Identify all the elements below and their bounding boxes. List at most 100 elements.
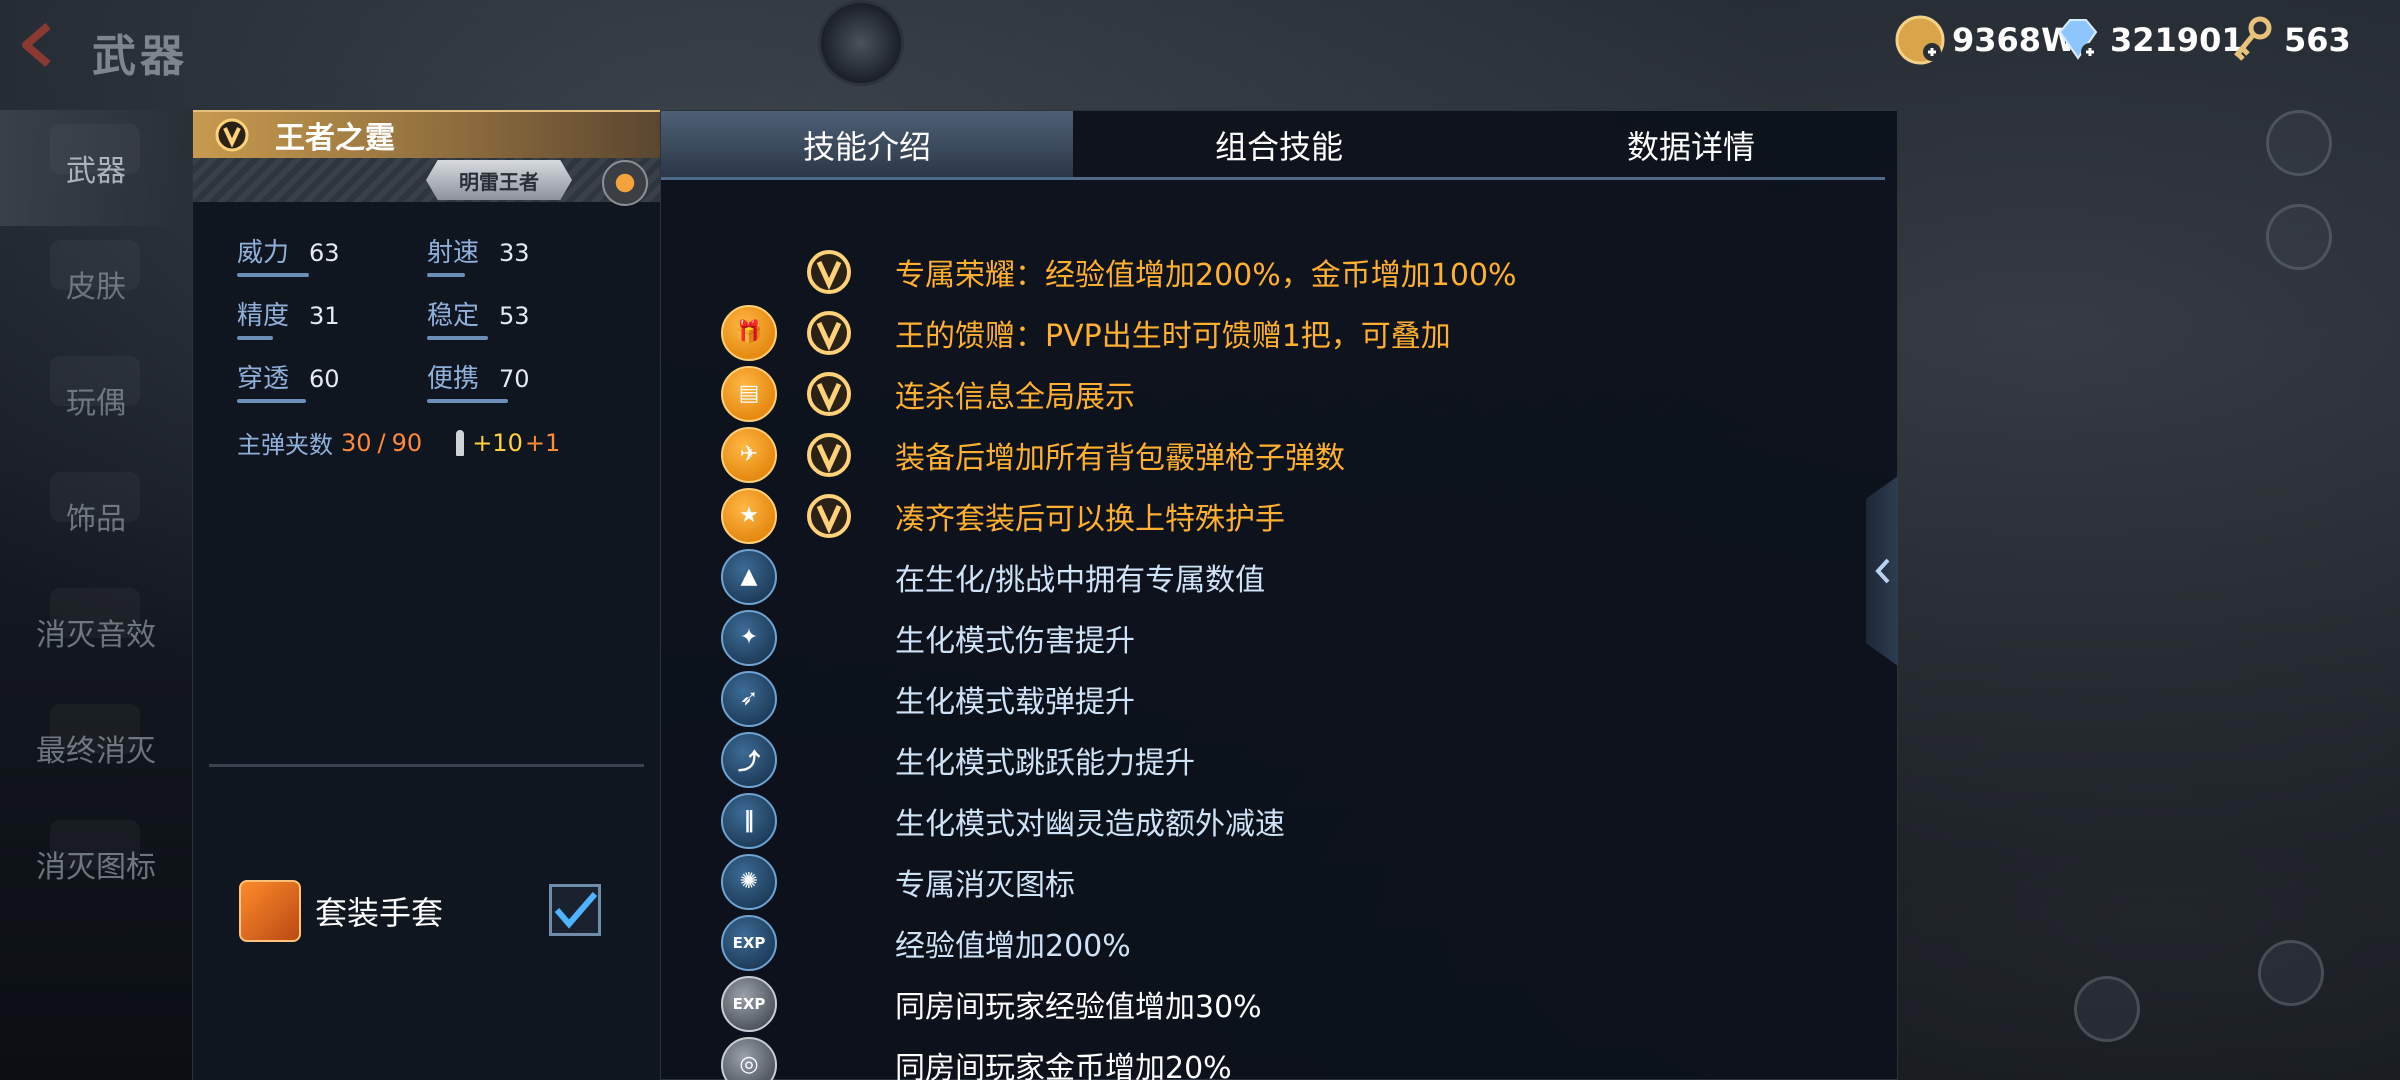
gloves-checkbox[interactable] [549,884,601,936]
icon-glyph: EXP [732,933,766,952]
room-coin-icon: ◎ [721,1036,777,1080]
skill-text: 专属荣耀：经验值增加200%，金币增加100% [895,257,1517,293]
stat-bar [237,399,306,403]
triangle-icon: ▲ [721,548,777,605]
skill-list: 专属荣耀：经验值增加200%，金币增加100% 🎁 王的馈赠：PVP出生时可馈赠1把… [721,241,1517,1080]
divider [209,764,644,767]
sidebar-item-kill-icon[interactable]: 消灭图标 [0,806,192,922]
skill-row: ✦ 生化模式伤害提升 [721,607,1517,668]
damage-icon: ✦ [721,609,777,666]
icon-glyph: ⤴ [737,749,760,775]
stat-item: 稳定 53 [427,295,617,340]
skill-row: ✈ 装备后增加所有背包霰弹枪子弹数 [721,424,1517,485]
skill-text: 连杀信息全局展示 [895,379,1135,415]
sidebar-item-skin[interactable]: 皮肤 [0,226,192,342]
skill-row: EXP 经验值增加200% [721,912,1517,973]
skill-text: 凑齐套装后可以换上特殊护手 [895,501,1285,537]
stat-bar [237,336,273,340]
bullet-icon [456,429,465,456]
stat-item: 威力 63 [237,232,427,277]
stat-item: 射速 33 [427,232,617,277]
final-kill-ghost-icon [50,704,140,754]
gold-currency[interactable]: 9368W [1894,14,2076,66]
stat-value: 53 [499,302,530,330]
v-badge-icon [807,310,851,355]
diamond-icon [2058,19,2099,61]
diamond-currency[interactable]: 321901 [2052,14,2244,66]
key-value: 563 [2284,21,2351,59]
kill-info-icon: ▤ [721,365,777,422]
stat-item: 精度 31 [237,295,427,340]
gold-coin-icon [1895,15,1945,65]
tab-data-details[interactable]: 数据详情 [1485,111,1897,179]
rank-badge: 明雷王者 [426,160,572,200]
sidebar-item-kill-sound[interactable]: 消灭音效 [0,574,192,690]
skill-row: ◎ 同房间玩家金币增加20% [721,1034,1517,1080]
skill-row: 🎁 王的馈赠：PVP出生时可馈赠1把，可叠加 [721,302,1517,363]
stat-item: 便携 70 [427,358,617,403]
key-currency[interactable]: 563 [2226,14,2351,66]
gloves-row: 套装手套 [239,880,443,942]
skill-row: ⤴ 生化模式跳跃能力提升 [721,729,1517,790]
skill-text: 王的馈赠：PVP出生时可馈赠1把，可叠加 [895,318,1451,354]
stat-value: 70 [499,365,530,393]
stat-bar [427,336,488,340]
accessory-ghost-icon [50,472,140,522]
sidebar-item-final-kill[interactable]: 最终消灭 [0,690,192,806]
sidebar-item-doll[interactable]: 玩偶 [0,342,192,458]
stat-label: 威力 [237,238,290,268]
collapse-panel-button[interactable] [1866,476,1898,666]
icon-glyph: EXP [732,994,766,1013]
icon-glyph: ▲ [740,564,758,589]
skill-row: ▤ 连杀信息全局展示 [721,363,1517,424]
stat-label: 射速 [427,238,480,268]
icon-glyph: ➶ [739,686,759,711]
v-badge-icon [807,493,851,538]
page-title: 武器 [92,31,188,82]
kill-icon: ✺ [721,853,777,910]
icon-glyph: ‖ [743,808,755,833]
v-badge-icon [807,432,851,477]
back-arrow-icon [22,22,51,68]
mascot-avatar-icon[interactable] [818,0,904,86]
stat-bar [427,399,508,403]
tab-underline [661,177,1885,180]
icon-glyph: ✦ [739,625,759,650]
tab-combo-skills[interactable]: 组合技能 [1073,111,1485,179]
doll-ghost-icon [50,356,140,406]
ammo-label: 主弹夹数 [237,431,333,459]
icon-glyph: ★ [739,503,759,528]
gun-icon: ➶ [721,670,777,727]
rotate-button[interactable] [2074,976,2140,1042]
skill-text: 同房间玩家经验值增加30% [895,989,1262,1025]
medal-icon[interactable] [602,160,648,206]
v-badge-icon [807,249,851,294]
sidebar-item-weapon[interactable]: 武器 [0,110,192,226]
skill-text: 同房间玩家金币增加20% [895,1050,1232,1080]
gift-icon: 🎁 [721,304,777,361]
skill-text: 生化模式对幽灵造成额外减速 [895,806,1285,842]
stat-label: 穿透 [237,364,290,394]
back-button[interactable] [12,18,66,72]
skill-row: ▲ 在生化/挑战中拥有专属数值 [721,546,1517,607]
tab-skill-intro[interactable]: 技能介绍 [661,111,1073,179]
icon-glyph: ✺ [739,869,759,894]
ammo-bonus-extra: +1 [524,428,561,457]
skill-text: 专属消灭图标 [895,867,1075,903]
skill-text: 生化模式跳跃能力提升 [895,745,1195,781]
settings-ghost-button[interactable] [2266,110,2332,176]
stat-label: 稳定 [427,301,480,331]
hide-button[interactable] [2258,940,2324,1006]
skin-ghost-icon [50,240,140,290]
ammo-separator: / [377,428,386,457]
v-badge-icon [807,371,851,416]
skill-text: 在生化/挑战中拥有专属数值 [895,562,1266,598]
weapon-rank-bar: 明雷王者 [193,158,660,206]
empty-icon-slot [721,244,777,300]
skill-row: ★ 凑齐套装后可以换上特殊护手 [721,485,1517,546]
skill-row: ✺ 专属消灭图标 [721,851,1517,912]
sidebar-item-accessory[interactable]: 饰品 [0,458,192,574]
exp-icon: EXP [721,914,777,971]
view-toggle-button[interactable] [2266,204,2332,270]
v-badge-icon [215,118,249,152]
